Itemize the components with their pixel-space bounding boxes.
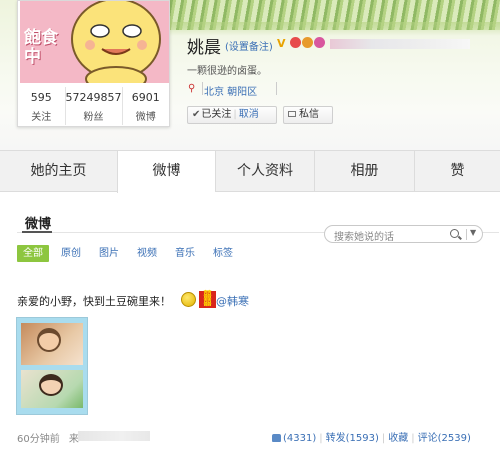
filter-music[interactable]: 音乐 xyxy=(169,245,201,262)
search-placeholder: 搜索她说的话 xyxy=(334,232,394,243)
post-text: 亲爱的小野，快到土豆碗里来！ xyxy=(17,293,171,309)
thumbs-up-icon xyxy=(272,434,281,442)
badge-vip-icon[interactable] xyxy=(314,37,325,48)
filter-original[interactable]: 原创 xyxy=(55,245,87,262)
profile-card: 飽食中 595 关注 57249857 粉丝 6901 微博 xyxy=(17,0,170,127)
emoji-smile-icon xyxy=(181,292,196,307)
profile-name: 姚晨 xyxy=(187,38,221,58)
profile-location[interactable]: 北京 朝阳区 xyxy=(204,83,257,98)
message-label: 私信 xyxy=(299,109,319,120)
comment-button[interactable]: 评论(2539) xyxy=(418,433,471,444)
badge-heart-icon[interactable] xyxy=(290,37,301,48)
follow-status-label: 已关注 xyxy=(201,109,232,120)
stat-following-label: 关注 xyxy=(31,112,52,123)
unfollow-link[interactable]: 取消 xyxy=(239,109,259,120)
photo-face-2 xyxy=(39,374,63,396)
emoji-double-happiness-icon: 囍囍 xyxy=(199,291,216,308)
location-pin-icon: ⚲ xyxy=(188,83,196,94)
favorite-button[interactable]: 收藏 xyxy=(388,433,408,444)
message-button[interactable]: 私信 xyxy=(283,106,333,124)
filter-tags[interactable]: 标签 xyxy=(207,245,239,262)
tab-album[interactable]: 相册 xyxy=(314,151,414,192)
blurred-source xyxy=(78,431,150,441)
stat-posts-value: 6901 xyxy=(131,91,160,104)
repost-button[interactable]: 转发(1593) xyxy=(326,433,379,444)
verified-icon[interactable]: V xyxy=(277,37,286,50)
feed-filters: 全部 原创 图片 视频 音乐 标签 xyxy=(17,245,245,262)
stat-followers-value: 57249857 xyxy=(65,91,122,104)
post-time[interactable]: 60分钟前 xyxy=(17,434,60,445)
badge-bear-icon[interactable] xyxy=(302,37,313,48)
post-image[interactable] xyxy=(16,317,88,415)
stat-following[interactable]: 595 关注 xyxy=(18,87,66,125)
profile-stats: 595 关注 57249857 粉丝 6901 微博 xyxy=(18,87,169,125)
stat-posts-label: 微博 xyxy=(135,112,156,123)
stat-posts[interactable]: 6901 微博 xyxy=(123,87,170,125)
avatar-text: 飽食中 xyxy=(24,28,58,67)
filter-all[interactable]: 全部 xyxy=(17,245,49,262)
tab-home[interactable]: 她的主页 xyxy=(0,151,117,192)
feed-search-input[interactable]: 搜索她说的话 ▼ xyxy=(324,225,483,243)
chevron-down-icon[interactable]: ▼ xyxy=(470,228,476,237)
post-actions: (4331) | 转发(1593) | 收藏 | 评论(2539) xyxy=(272,429,471,444)
post-mention[interactable]: @韩寒 xyxy=(216,293,249,309)
stat-following-value: 595 xyxy=(30,91,52,104)
profile-bio: 一颗很逊的卤蛋。 xyxy=(187,66,267,77)
filter-videos[interactable]: 视频 xyxy=(131,245,163,262)
post-body: 亲爱的小野，快到土豆碗里来！ xyxy=(17,295,171,308)
like-button[interactable]: (4331) xyxy=(272,433,316,444)
stat-followers-label: 粉丝 xyxy=(83,112,104,123)
envelope-icon xyxy=(288,111,296,117)
location-divider xyxy=(202,82,203,95)
avatar[interactable]: 飽食中 xyxy=(20,1,169,83)
tab-profile-info[interactable]: 个人资料 xyxy=(215,151,314,192)
stat-followers[interactable]: 57249857 粉丝 xyxy=(66,87,123,125)
follow-status-button[interactable]: ✔已关注 | 取消 xyxy=(187,106,277,124)
feed-section-title: 微博 xyxy=(25,217,52,232)
profile-tabs: 她的主页 微博 个人资料 相册 赞 xyxy=(0,150,500,193)
set-remark-link[interactable]: (设置备注) xyxy=(225,38,273,53)
post-meta: 60分钟前 来 xyxy=(17,430,79,445)
photo-face-1 xyxy=(37,328,61,352)
section-title-underline xyxy=(22,231,52,233)
location-divider-end xyxy=(276,82,277,95)
filter-images[interactable]: 图片 xyxy=(93,245,125,262)
badge-icons xyxy=(290,37,325,48)
blurred-badges xyxy=(330,39,470,49)
check-icon: ✔ xyxy=(192,109,201,120)
tab-weibo[interactable]: 微博 xyxy=(117,151,215,193)
tab-likes[interactable]: 赞 xyxy=(414,151,500,192)
